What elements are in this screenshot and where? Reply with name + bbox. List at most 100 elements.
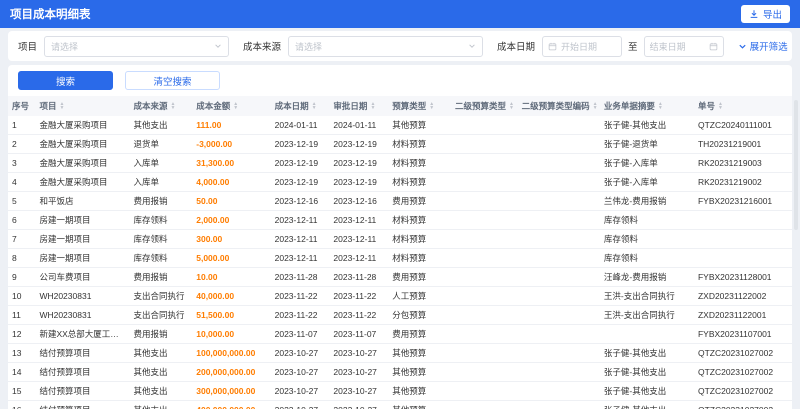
cell-amount: 400,000,000.00 — [192, 400, 271, 409]
sort-icon[interactable]: ▲ ▼ — [370, 102, 375, 110]
cost-table: 序号 项目 ▲ ▼ 成本来源 ▲ ▼ 成本金额 ▲ ▼ 成本日期 ▲ ▼ 审批日期 ▲ ▼ 预算类型 ▲ ▼ 二级预算… — [8, 96, 792, 409]
table-row[interactable]: 11 WH20230831 支出合同执行 51,500.00 2023-11-22 202… — [8, 305, 792, 325]
table-row[interactable]: 2 金融大厦采购项目 退货单 -3,000.00 2023-12-19 2023-12-1… — [8, 134, 792, 154]
cell-sub-budget-code — [517, 172, 600, 192]
cell-amount: 51,500.00 — [192, 305, 271, 325]
chevron-down-icon — [738, 42, 747, 51]
column-header-sub-budget-code[interactable]: 二级预算类型编码 ▲ ▼ — [517, 96, 600, 116]
sort-icon[interactable]: ▲ ▼ — [593, 102, 598, 110]
project-filter-label: 项目 — [18, 42, 38, 53]
cell-sub-budget-type — [450, 324, 518, 344]
column-header-doc-summary[interactable]: 业务单据摘要 ▲ ▼ — [599, 96, 694, 116]
cell-approval-date: 2023-10-27 — [329, 343, 389, 363]
cell-budget-type: 材料预算 — [388, 153, 451, 173]
sort-icon[interactable]: ▲ ▼ — [59, 102, 64, 110]
cell-doc-number: RK20231219002 — [693, 172, 792, 192]
sort-icon[interactable]: ▲ ▼ — [233, 102, 238, 110]
cell-approval-date: 2023-11-22 — [329, 286, 389, 306]
sort-icon[interactable]: ▲ ▼ — [171, 102, 176, 110]
cell-sub-budget-code — [517, 210, 600, 230]
cell-cost-source: 支出合同执行 — [129, 305, 193, 325]
table-row[interactable]: 14 结付预算项目 其他支出 200,000,000.00 2023-10-27 2023… — [8, 362, 792, 382]
column-header-sub-budget-type[interactable]: 二级预算类型 ▲ ▼ — [450, 96, 518, 116]
cell-doc-summary: 库存领料 — [599, 229, 694, 249]
export-button-label: 导出 — [762, 10, 782, 21]
column-header-amount[interactable]: 成本金额 ▲ ▼ — [192, 96, 271, 116]
cell-approval-date: 2023-12-19 — [329, 172, 389, 192]
table-row[interactable]: 16结付预算项目其他支出400,000,000.002023-10-272023… — [8, 400, 792, 409]
cell-approval-date: 2023-12-11 — [329, 229, 389, 249]
cell-doc-summary: 王洪-支出合同执行 — [599, 305, 694, 325]
cell-sub-budget-code — [517, 267, 600, 287]
column-header-cost-date[interactable]: 成本日期 ▲ ▼ — [270, 96, 330, 116]
sort-icon[interactable]: ▲ ▼ — [312, 102, 317, 110]
table-row[interactable]: 5 和平饭店 费用报销 50.00 2023-12-16 2023-12-16 费用预算 兰伟… — [8, 191, 792, 211]
cell-doc-number — [693, 210, 792, 230]
cell-doc-number: QTZC20240111001 — [693, 116, 792, 135]
cell-doc-summary: 张子健-退货单 — [599, 134, 694, 154]
cell-cost-date: 2023-10-27 — [270, 362, 330, 382]
calendar-icon — [709, 42, 718, 51]
table-row[interactable]: 3 金融大厦采购项目 入库单 31,300.00 2023-12-19 2023-12-1… — [8, 153, 792, 173]
sort-icon[interactable]: ▲ ▼ — [429, 102, 434, 110]
column-header-doc-number[interactable]: 单号 ▲ ▼ — [693, 96, 792, 116]
clear-search-button[interactable]: 清空搜索 — [125, 71, 220, 90]
filter-bar: 项目 请选择 成本来源 请选择 成本日期 开始日期 至 结束日期 展开筛选 — [8, 31, 792, 61]
cell-amount: 5,000.00 — [192, 248, 271, 268]
cost-date-filter-label: 成本日期 — [497, 42, 536, 53]
cost-source-select[interactable]: 请选择 — [288, 35, 484, 57]
cell-project: 公司车费项目 — [35, 267, 130, 287]
search-button[interactable]: 搜索 — [18, 71, 113, 90]
table-row[interactable]: 9 公司车费项目 费用报销 10.00 2023-11-28 2023-11-28 费用预算… — [8, 267, 792, 287]
sort-icon[interactable]: ▲ ▼ — [509, 102, 514, 110]
cell-index: 12 — [8, 324, 36, 344]
cell-sub-budget-type — [450, 116, 518, 135]
cell-index: 3 — [8, 153, 36, 173]
cell-cost-source: 费用报销 — [129, 191, 193, 211]
table-row[interactable]: 1 金融大厦采购项目 其他支出 111.00 2024-01-11 2024-01-11 其… — [8, 116, 792, 135]
table-row[interactable]: 8 房建一期项目 库存领料 5,000.00 2023-12-11 2023-12-11 材… — [8, 248, 792, 268]
start-date-input[interactable]: 开始日期 — [542, 35, 623, 57]
cell-budget-type: 其他预算 — [388, 362, 451, 382]
table-row[interactable]: 7 房建一期项目 库存领料 300.00 2023-12-11 2023-12-11 材料预… — [8, 229, 792, 249]
table-row[interactable]: 6 房建一期项目 库存领料 2,000.00 2023-12-11 2023-12-11 材… — [8, 210, 792, 230]
export-button[interactable]: 导出 — [740, 5, 790, 23]
table-row[interactable]: 13 结付预算项目 其他支出 100,000,000.00 2023-10-27 2023… — [8, 343, 792, 363]
column-header-cost-source[interactable]: 成本来源 ▲ ▼ — [129, 96, 193, 116]
expand-filter-link[interactable]: 展开筛选 — [738, 39, 788, 53]
cell-cost-source: 其他支出 — [129, 343, 193, 363]
cell-doc-summary: 张子健-其他支出 — [599, 116, 694, 135]
cell-doc-summary: 张子健-入库单 — [599, 153, 694, 173]
cell-cost-date: 2023-12-19 — [270, 134, 330, 154]
cell-project: WH20230831 — [35, 286, 130, 306]
cell-sub-budget-code — [517, 191, 600, 211]
date-range-separator: 至 — [628, 42, 638, 53]
cell-budget-type: 其他预算 — [388, 343, 451, 363]
cell-cost-date: 2023-10-27 — [270, 343, 330, 363]
cell-cost-source: 其他支出 — [129, 381, 193, 401]
action-bar: 搜索 清空搜索 — [8, 65, 792, 96]
cell-amount: 10.00 — [192, 267, 271, 287]
sort-icon[interactable]: ▲ ▼ — [718, 102, 723, 110]
table-row[interactable]: 10 WH20230831 支出合同执行 40,000.00 2023-11-22 202… — [8, 286, 792, 306]
table-row[interactable]: 15 结付预算项目 其他支出 300,000,000.00 2023-10-27 2023… — [8, 381, 792, 401]
sort-icon[interactable]: ▲ ▼ — [658, 102, 663, 110]
project-select[interactable]: 请选择 — [44, 35, 230, 57]
cell-cost-date: 2023-10-27 — [270, 400, 330, 409]
column-header-budget-type[interactable]: 预算类型 ▲ ▼ — [388, 96, 451, 116]
table-row[interactable]: 4 金融大厦采购项目 入库单 4,000.00 2023-12-19 2023-12-19… — [8, 172, 792, 192]
cell-cost-source: 库存领料 — [129, 210, 193, 230]
vertical-scrollbar[interactable] — [794, 100, 798, 230]
cell-project: 金融大厦采购项目 — [35, 134, 130, 154]
cell-project: 金融大厦采购项目 — [35, 172, 130, 192]
filter-group-project: 项目 请选择 — [18, 35, 230, 57]
column-header-project[interactable]: 项目 ▲ ▼ — [35, 96, 130, 116]
cell-approval-date: 2024-01-11 — [329, 116, 389, 135]
table-row[interactable]: 12 新建XX总部大厦工程二期 费用报销 10,000.00 2023-11-07 202… — [8, 324, 792, 344]
column-header-approval-date[interactable]: 审批日期 ▲ ▼ — [329, 96, 389, 116]
cell-budget-type: 其他预算 — [388, 400, 451, 409]
project-select-placeholder: 请选择 — [51, 41, 79, 52]
calendar-icon — [548, 42, 557, 51]
end-date-input[interactable]: 结束日期 — [643, 35, 724, 57]
cell-sub-budget-code — [517, 381, 600, 401]
